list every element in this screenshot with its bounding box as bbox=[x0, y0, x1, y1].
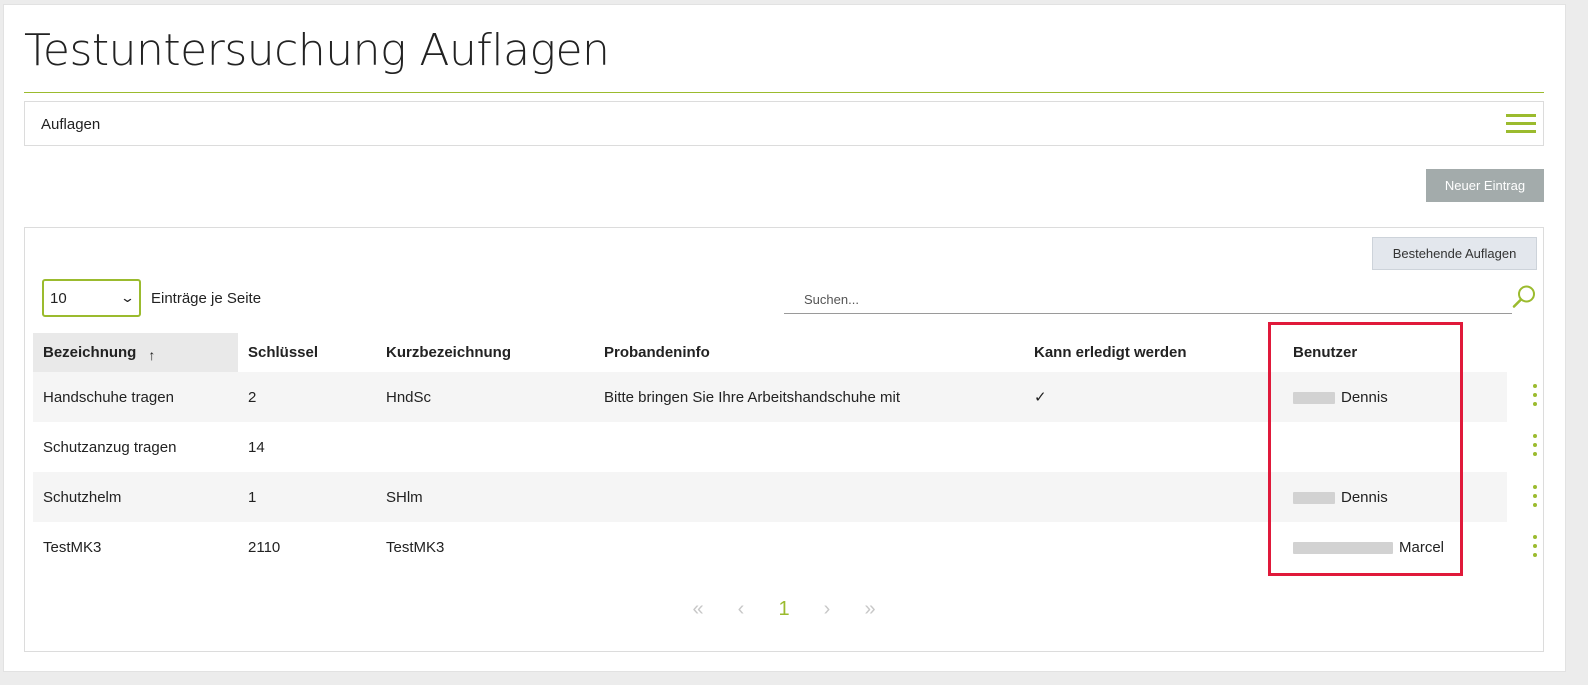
cell-probandeninfo bbox=[594, 472, 1024, 522]
redacted-name bbox=[1293, 391, 1335, 404]
title-divider bbox=[24, 92, 1544, 93]
cell-benutzer: Dennis bbox=[1283, 472, 1507, 522]
column-header-probandeninfo[interactable]: Probandeninfo bbox=[594, 333, 1024, 372]
cell-schluessel: 14 bbox=[248, 438, 265, 456]
auflagen-table: Bezeichnung ↑ Schlüssel Kurzbezeichnung P… bbox=[33, 333, 1507, 572]
pagination-prev[interactable]: ‹ bbox=[720, 598, 763, 621]
cell-probandeninfo: Bitte bringen Sie Ihre Arbeitshandschuhe… bbox=[594, 372, 1024, 422]
cell-kurzbezeichnung bbox=[376, 422, 594, 472]
row-actions-kebab-icon[interactable] bbox=[1525, 481, 1545, 511]
page-size-select[interactable]: 10 ⌄ bbox=[42, 279, 141, 317]
pagination-last[interactable]: » bbox=[849, 598, 892, 621]
cell-schluessel: 2110 bbox=[248, 538, 281, 556]
row-actions-kebab-icon[interactable] bbox=[1525, 531, 1545, 561]
column-header-schluessel[interactable]: Schlüssel bbox=[238, 333, 376, 372]
hamburger-menu-icon[interactable] bbox=[1506, 114, 1536, 134]
sort-asc-icon: ↑ bbox=[148, 347, 156, 363]
pagination-first[interactable]: « bbox=[677, 598, 720, 621]
chevron-down-icon: ⌄ bbox=[119, 290, 136, 305]
section-title: Auflagen bbox=[41, 116, 101, 133]
page-container: Testuntersuchung Auflagen Auflagen Neuer… bbox=[3, 4, 1566, 672]
cell-kann-erledigt bbox=[1024, 422, 1283, 472]
redacted-name bbox=[1293, 541, 1393, 554]
cell-bezeichnung: Handschuhe tragen bbox=[33, 372, 238, 422]
pagination: « ‹ 1 › » bbox=[25, 598, 1543, 621]
pagination-next[interactable]: › bbox=[806, 598, 849, 621]
column-header-benutzer[interactable]: Benutzer bbox=[1283, 333, 1507, 372]
page-title: Testuntersuchung Auflagen bbox=[24, 25, 610, 76]
page-size-value: 10 bbox=[50, 289, 67, 307]
cell-kann-erledigt bbox=[1024, 522, 1283, 572]
page-size-label: Einträge je Seite bbox=[151, 290, 262, 307]
cell-bezeichnung: TestMK3 bbox=[43, 538, 102, 556]
search-input[interactable] bbox=[784, 286, 1512, 314]
cell-kann-erledigt bbox=[1024, 472, 1283, 522]
table-row[interactable]: Handschuhe tragen 2 HndSc Bitte bringen … bbox=[33, 372, 1507, 422]
cell-benutzer: Marcel bbox=[1283, 522, 1507, 572]
list-panel: Bestehende Auflagen 10 ⌄ Einträge je Sei… bbox=[24, 227, 1544, 652]
new-entry-button[interactable]: Neuer Eintrag bbox=[1426, 169, 1544, 202]
existing-auflagen-button[interactable]: Bestehende Auflagen bbox=[1372, 237, 1537, 270]
table-row[interactable]: TestMK3 2110 TestMK3 Marcel bbox=[33, 522, 1507, 572]
column-header-kurzbezeichnung[interactable]: Kurzbezeichnung bbox=[376, 333, 594, 372]
cell-kurzbezeichnung: HndSc bbox=[376, 372, 594, 422]
row-actions-kebab-icon[interactable] bbox=[1525, 380, 1545, 410]
pagination-current-page[interactable]: 1 bbox=[763, 598, 806, 621]
cell-bezeichnung: Schutzanzug tragen bbox=[43, 438, 177, 456]
cell-bezeichnung: Schutzhelm bbox=[33, 472, 238, 522]
cell-kann-erledigt: ✓ bbox=[1024, 372, 1283, 422]
cell-kurzbezeichnung: TestMK3 bbox=[386, 538, 445, 556]
redacted-name bbox=[1293, 491, 1335, 504]
cell-kurzbezeichnung: SHlm bbox=[376, 472, 594, 522]
column-header-bezeichnung[interactable]: Bezeichnung ↑ bbox=[33, 333, 238, 372]
cell-benutzer bbox=[1283, 422, 1507, 472]
column-header-kann-erledigt[interactable]: Kann erledigt werden bbox=[1024, 333, 1283, 372]
cell-probandeninfo bbox=[594, 422, 1024, 472]
section-header: Auflagen bbox=[24, 101, 1544, 146]
cell-schluessel: 2 bbox=[238, 372, 376, 422]
cell-benutzer: Dennis bbox=[1283, 372, 1507, 422]
row-actions-kebab-icon[interactable] bbox=[1525, 430, 1545, 460]
search-icon[interactable] bbox=[1511, 284, 1537, 310]
cell-probandeninfo bbox=[594, 522, 1024, 572]
cell-schluessel: 1 bbox=[238, 472, 376, 522]
table-row[interactable]: Schutzanzug tragen 14 bbox=[33, 422, 1507, 472]
table-header-row: Bezeichnung ↑ Schlüssel Kurzbezeichnung P… bbox=[33, 333, 1507, 372]
table-row[interactable]: Schutzhelm 1 SHlm Dennis bbox=[33, 472, 1507, 522]
